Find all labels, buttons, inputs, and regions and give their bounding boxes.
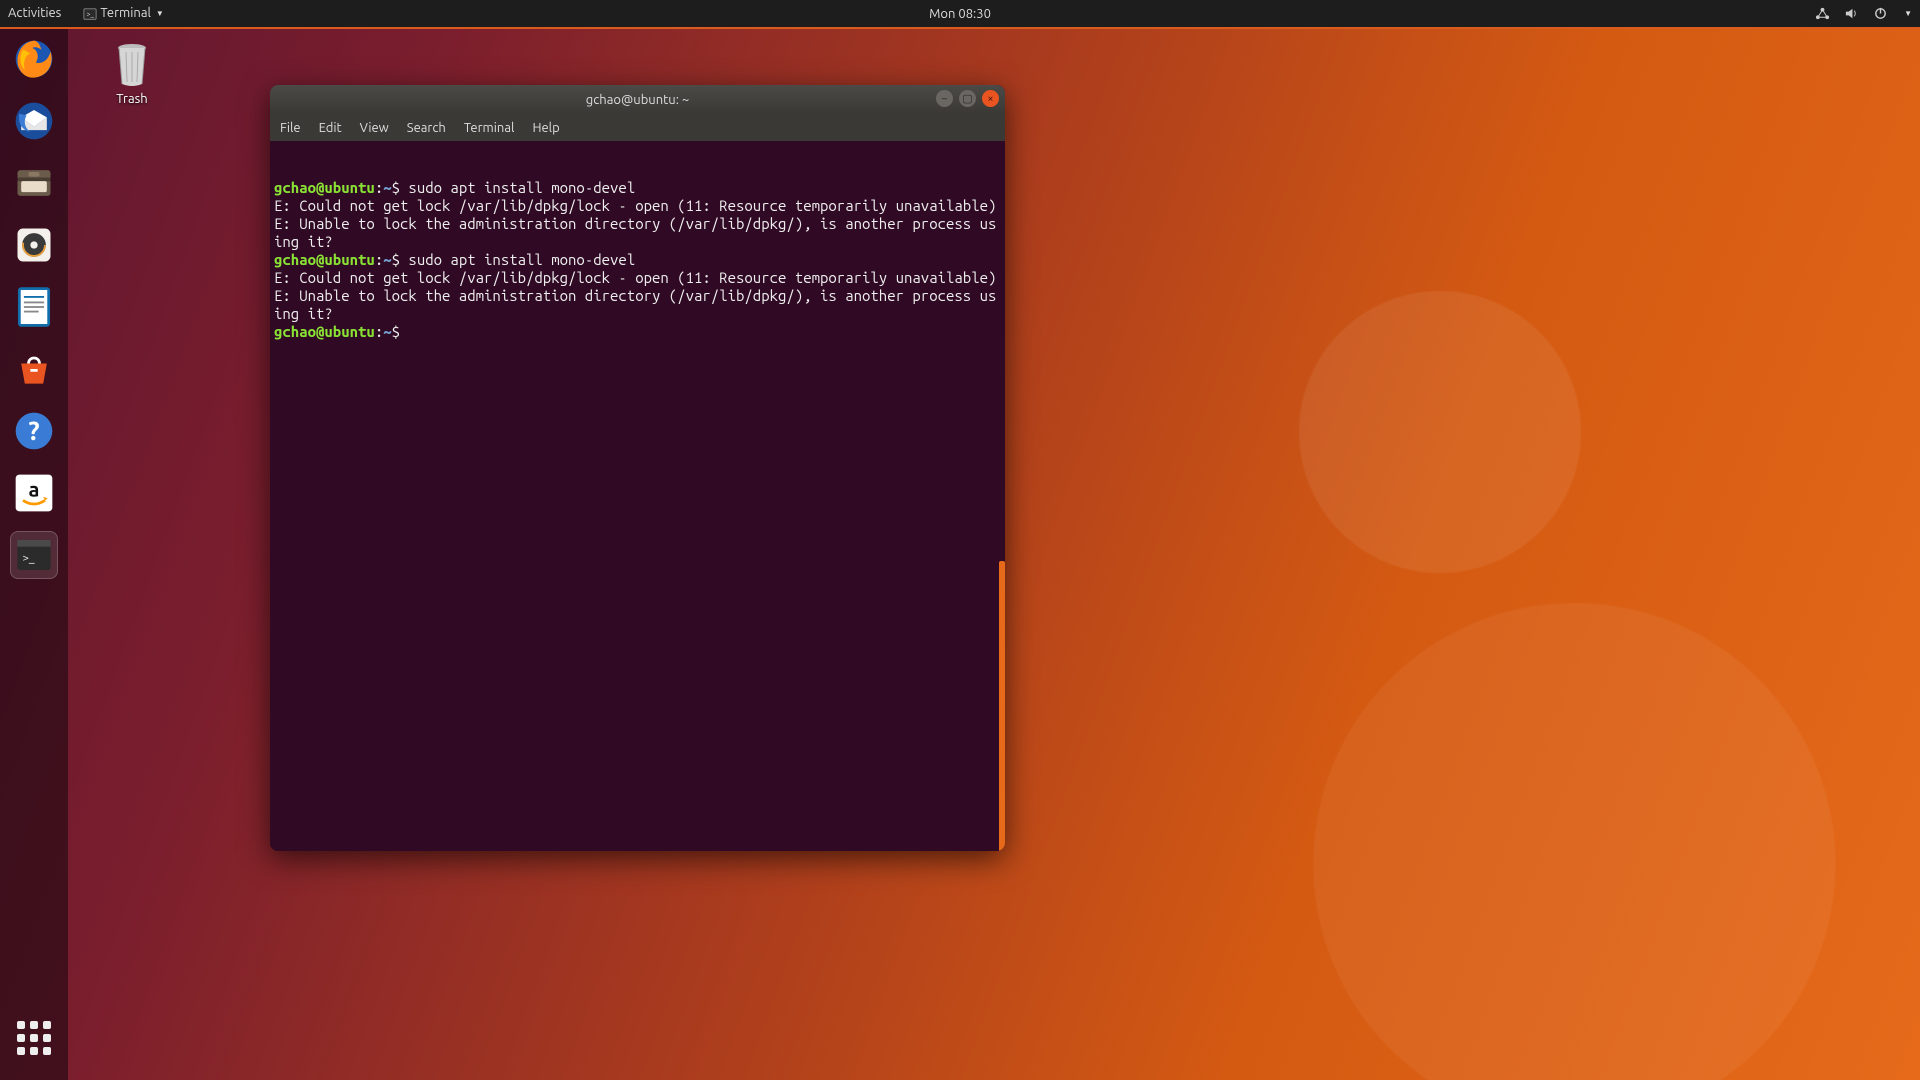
- svg-text:a: a: [29, 478, 40, 501]
- terminal-content: gchao@ubuntu:~$ sudo apt install mono-de…: [274, 179, 1001, 341]
- terminal-body[interactable]: gchao@ubuntu:~$ sudo apt install mono-de…: [270, 141, 1005, 851]
- trash-icon: [110, 40, 154, 88]
- menu-help[interactable]: Help: [532, 121, 559, 135]
- app-menu-label: Terminal: [100, 6, 151, 20]
- menu-file[interactable]: File: [280, 121, 301, 135]
- firefox-icon: [12, 37, 56, 81]
- power-icon[interactable]: [1873, 6, 1888, 21]
- dock-item-terminal[interactable]: >_: [10, 531, 58, 579]
- dock-item-firefox[interactable]: [10, 35, 58, 83]
- top-bar: Activities >_ Terminal ▼ Mon 08:30 ▼: [0, 0, 1920, 29]
- dock-item-amazon[interactable]: a: [10, 469, 58, 517]
- chevron-down-icon[interactable]: ▼: [1904, 9, 1912, 18]
- menu-edit[interactable]: Edit: [319, 121, 342, 135]
- dock-item-files[interactable]: [10, 159, 58, 207]
- rhythmbox-icon: [12, 223, 56, 267]
- dock-item-thunderbird[interactable]: [10, 97, 58, 145]
- terminal-titlebar[interactable]: gchao@ubuntu: ~ – ▢ ×: [270, 85, 1005, 115]
- svg-text:>_: >_: [22, 552, 35, 565]
- files-icon: [12, 161, 56, 205]
- app-menu[interactable]: >_ Terminal ▼: [83, 6, 164, 21]
- show-applications-button[interactable]: [10, 1014, 58, 1062]
- trash-desktop-icon[interactable]: Trash: [110, 40, 154, 106]
- software-icon: [12, 347, 56, 391]
- menu-terminal[interactable]: Terminal: [464, 121, 515, 135]
- window-minimize-button[interactable]: –: [936, 90, 953, 107]
- help-icon: ?: [12, 409, 56, 453]
- dock-item-software[interactable]: [10, 345, 58, 393]
- svg-text:?: ?: [28, 416, 39, 445]
- terminal-scrollbar[interactable]: [999, 561, 1005, 851]
- trash-label: Trash: [110, 92, 154, 106]
- terminal-menubar: File Edit View Search Terminal Help: [270, 115, 1005, 141]
- terminal-icon: >_: [14, 535, 54, 575]
- amazon-icon: a: [12, 471, 56, 515]
- dock-item-help[interactable]: ?: [10, 407, 58, 455]
- clock[interactable]: Mon 08:30: [929, 7, 991, 21]
- menu-view[interactable]: View: [360, 121, 389, 135]
- activities-button[interactable]: Activities: [8, 6, 61, 20]
- terminal-window: gchao@ubuntu: ~ – ▢ × File Edit View Sea…: [270, 85, 1005, 851]
- window-maximize-button[interactable]: ▢: [959, 90, 976, 107]
- dock: ? a >_: [0, 27, 68, 1080]
- writer-icon: [12, 285, 56, 329]
- network-icon[interactable]: [1815, 6, 1830, 21]
- window-close-button[interactable]: ×: [982, 90, 999, 107]
- chevron-down-icon: ▼: [156, 9, 164, 18]
- terminal-icon: >_: [83, 7, 97, 21]
- dock-item-writer[interactable]: [10, 283, 58, 331]
- thunderbird-icon: [12, 99, 56, 143]
- menu-search[interactable]: Search: [407, 121, 446, 135]
- dock-item-rhythmbox[interactable]: [10, 221, 58, 269]
- terminal-title: gchao@ubuntu: ~: [586, 93, 689, 107]
- volume-icon[interactable]: [1844, 6, 1859, 21]
- svg-text:>_: >_: [87, 10, 95, 18]
